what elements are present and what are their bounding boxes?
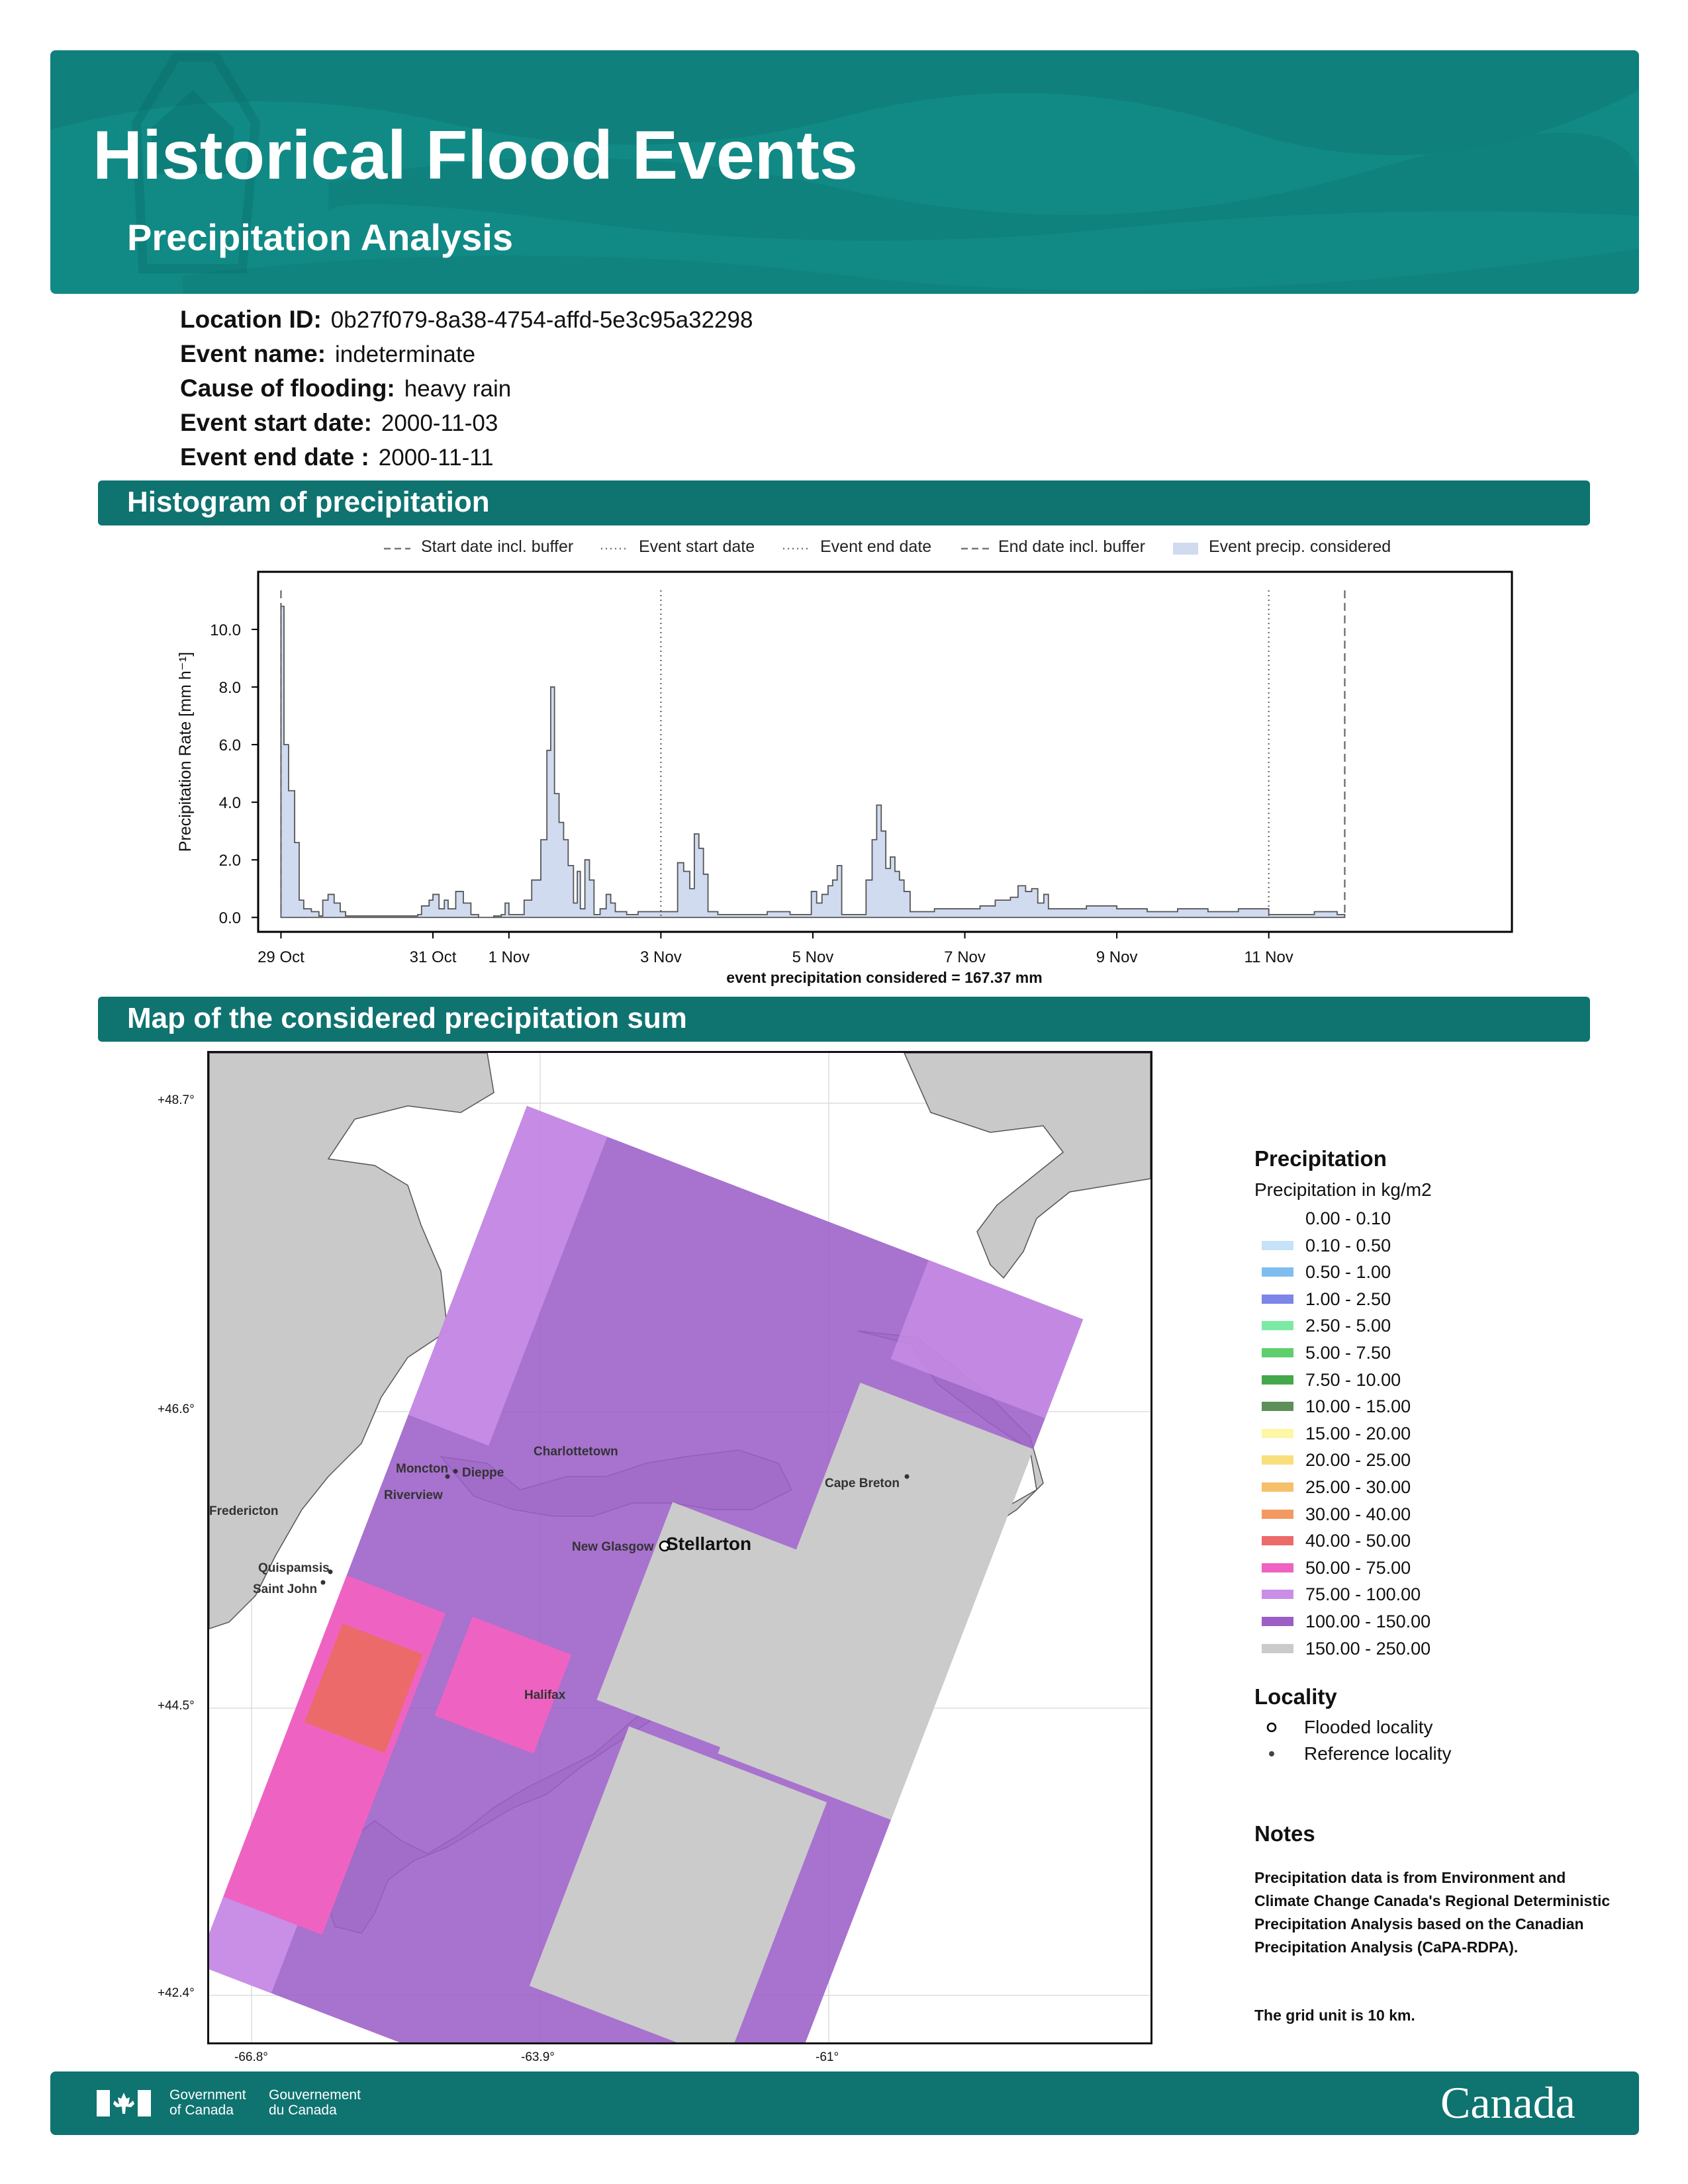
place-moncton: Moncton [396,1462,449,1476]
legend-class-swatch [1262,1321,1293,1331]
map-section-header: Map of the considered precipitation sum [98,997,1590,1042]
precip-legend-subtitle: Precipitation in kg/m2 [1254,1179,1432,1200]
precipitation-map[interactable]: Fredericton Moncton Dieppe Riverview Cha… [207,1051,1152,2044]
legend-class-swatch [1262,1267,1293,1277]
lat-label-1: +48.7° [158,1093,195,1107]
place-dieppe: Dieppe [462,1466,504,1480]
precip-legend-title: Precipitation [1254,1146,1387,1171]
notes-data-source: Precipitation data is from Environment a… [1254,1869,1611,1956]
place-new-glasgow: New Glasgow [572,1540,654,1554]
legend-class-label: 5.00 - 7.50 [1305,1343,1391,1363]
legend-class-label: 40.00 - 50.00 [1305,1531,1411,1551]
place-cape-breton: Cape Breton [825,1477,900,1490]
locality-legend-symbols [1266,1722,1277,1756]
lat-label-3: +44.5° [158,1699,195,1713]
place-quispamsis: Quispamsis [258,1561,330,1575]
gov-en-line1: Government [169,2087,246,2103]
legend-class-label: 50.00 - 75.00 [1305,1557,1411,1578]
y-axis-label: Precipitation Rate [mm h⁻¹] [176,652,195,852]
x-tick-label-5: 7 Nov [944,948,986,966]
legend-flooded-locality: Flooded locality [1304,1717,1433,1737]
legend-class-label: 150.00 - 250.00 [1305,1638,1431,1659]
legend-class-label: 7.50 - 10.00 [1305,1369,1401,1390]
legend-class-swatch [1262,1509,1293,1519]
legend-class-swatch [1262,1240,1293,1250]
place-riverview: Riverview [384,1488,443,1502]
locality-legend-title: Locality [1254,1684,1337,1709]
place-stellarton: Stellarton [666,1533,752,1554]
place-saint-john: Saint John [253,1582,318,1596]
legend-class-swatch [1262,1617,1293,1626]
legend-class-label: 75.00 - 100.00 [1305,1584,1421,1605]
notes-grid-unit: The grid unit is 10 km. [1254,2007,1415,2024]
legend-class-swatch [1262,1375,1293,1385]
y-tick-label-5: 10.0 [210,621,241,639]
place-charlottetown: Charlottetown [534,1445,618,1459]
lat-label-4: +42.4° [158,1986,195,2000]
legend-class-label: 20.00 - 25.00 [1305,1450,1411,1471]
legend-class-label: 15.00 - 20.00 [1305,1423,1411,1443]
x-tick-label-0: 29 Oct [258,948,305,966]
lon-label-3: -61° [816,2050,839,2064]
legend-class-label: 0.50 - 1.00 [1305,1262,1391,1283]
legend-class-swatch [1262,1482,1293,1492]
legend-class-swatch [1262,1590,1293,1600]
x-tick-label-4: 5 Nov [792,948,834,966]
legend-class-swatch [1262,1536,1293,1546]
legend-class-swatch [1262,1294,1293,1304]
y-tick-label-2: 4.0 [219,794,241,812]
legend-class-label: 100.00 - 150.00 [1305,1612,1431,1631]
event-precip-summary: event precipitation considered = 167.37 … [726,969,1043,986]
x-tick-label-3: 3 Nov [640,948,682,966]
gov-en: Government of Canada [169,2087,246,2118]
legend-class-label: 10.00 - 15.00 [1305,1396,1411,1417]
x-tick-label-7: 11 Nov [1244,948,1293,966]
legend-reference-locality: Reference locality [1304,1743,1452,1764]
legend-class-swatch [1262,1455,1293,1465]
notes-title: Notes [1254,1821,1315,1846]
legend-class-label: 25.00 - 30.00 [1305,1477,1411,1497]
y-tick-label-0: 0.0 [219,909,241,927]
legend-class-label: 0.10 - 0.50 [1305,1235,1391,1255]
precipitation-histogram-chart: 0.0 2.0 4.0 6.0 8.0 10.0 29 Oct 31 Oct 1 Nov 3 No… [176,570,1513,966]
gov-en-line2: of Canada [169,2103,234,2118]
legend-class-swatch [1262,1643,1293,1653]
legend-class-label: 0.00 - 0.10 [1305,1208,1391,1228]
place-fredericton: Fredericton [209,1504,279,1518]
page-footer: Government of Canada Gouvernement du Can… [50,2071,1639,2135]
y-tick-label-1: 2.0 [219,852,241,870]
legend-class-swatch [1262,1563,1293,1572]
legend-class-swatch [1262,1428,1293,1438]
y-tick-label-4: 8.0 [219,679,241,697]
canada-flag-icon [97,2090,151,2116]
legend-class-label: 2.50 - 5.00 [1305,1316,1391,1336]
legend-class-swatch [1262,1214,1293,1223]
legend-class-swatch [1262,1402,1293,1412]
legend-class-swatch [1262,1348,1293,1357]
x-tick-label-6: 9 Nov [1096,948,1138,966]
place-halifax: Halifax [524,1688,566,1702]
x-tick-label-1: 31 Oct [410,948,457,966]
gov-fr-line1: Gouvernement [269,2087,361,2103]
legend-class-label: 30.00 - 40.00 [1305,1504,1411,1524]
x-tick-label-2: 1 Nov [488,948,530,966]
legend-class-label: 1.00 - 2.50 [1305,1289,1391,1309]
lat-label-2: +46.6° [158,1402,195,1416]
lon-label-1: -66.8° [234,2050,268,2064]
canada-wordmark: Canada [1440,2077,1575,2128]
lon-label-2: -63.9° [521,2050,555,2064]
map-section-title: Map of the considered precipitation sum [127,1002,687,1034]
gov-fr-line2: du Canada [269,2103,337,2118]
y-tick-label-3: 6.0 [219,737,241,754]
gov-fr: Gouvernement du Canada [269,2087,361,2118]
